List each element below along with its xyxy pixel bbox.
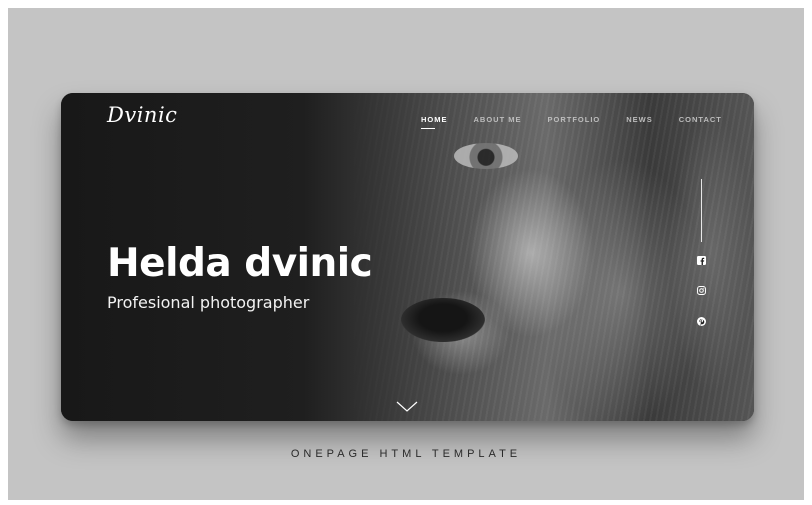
template-caption: ONEPAGE HTML TEMPLATE: [290, 448, 522, 460]
nav-item-portfolio[interactable]: PORTFOLIO: [548, 115, 601, 124]
hero-subtitle: Profesional photographer: [107, 293, 310, 312]
hero-title: Helda dvinic: [107, 241, 373, 286]
social-divider-line: [701, 179, 702, 242]
pinterest-icon[interactable]: [695, 315, 708, 328]
nav-item-about-me[interactable]: ABOUT ME: [474, 115, 522, 124]
nav-item-news[interactable]: NEWS: [626, 115, 653, 124]
nav-item-contact[interactable]: CONTACT: [679, 115, 722, 124]
main-nav: HOME ABOUT ME PORTFOLIO NEWS CONTACT: [421, 115, 748, 129]
preview-background: Dvinic HOME ABOUT ME PORTFOLIO NEWS CONT…: [8, 8, 804, 500]
nav-item-home[interactable]: HOME: [421, 115, 448, 129]
facebook-icon[interactable]: [695, 254, 708, 267]
site-logo[interactable]: Dvinic: [107, 103, 177, 127]
instagram-icon[interactable]: [695, 284, 708, 297]
hero-photo-lips: [401, 298, 485, 342]
scroll-down-chevron-icon[interactable]: [396, 400, 418, 412]
hero-card: Dvinic HOME ABOUT ME PORTFOLIO NEWS CONT…: [61, 93, 754, 421]
hero-photo-eye: [454, 143, 518, 169]
